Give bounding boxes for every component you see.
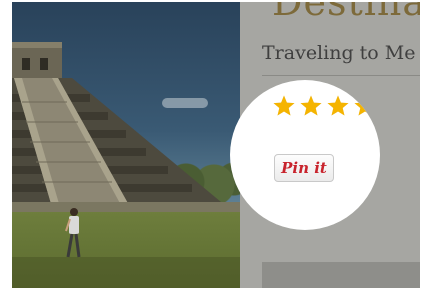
divider [262, 75, 420, 76]
page-title: Destina [272, 2, 420, 24]
star-rating [272, 94, 380, 118]
screen: Destina Traveling to Me Pin it [12, 2, 420, 288]
star-icon [327, 95, 349, 116]
star-icon [354, 95, 376, 116]
pin-it-button[interactable]: Pin it [274, 154, 334, 182]
star-icon [300, 95, 322, 116]
grass-shadow [12, 257, 240, 288]
star-icon [273, 95, 295, 116]
page-subtitle: Traveling to Me [262, 42, 416, 64]
spotlight: Pin it [230, 80, 380, 230]
pyramid-image [12, 42, 240, 212]
person-walking [65, 208, 81, 258]
hero-photo [12, 2, 240, 288]
content-block [262, 262, 420, 288]
